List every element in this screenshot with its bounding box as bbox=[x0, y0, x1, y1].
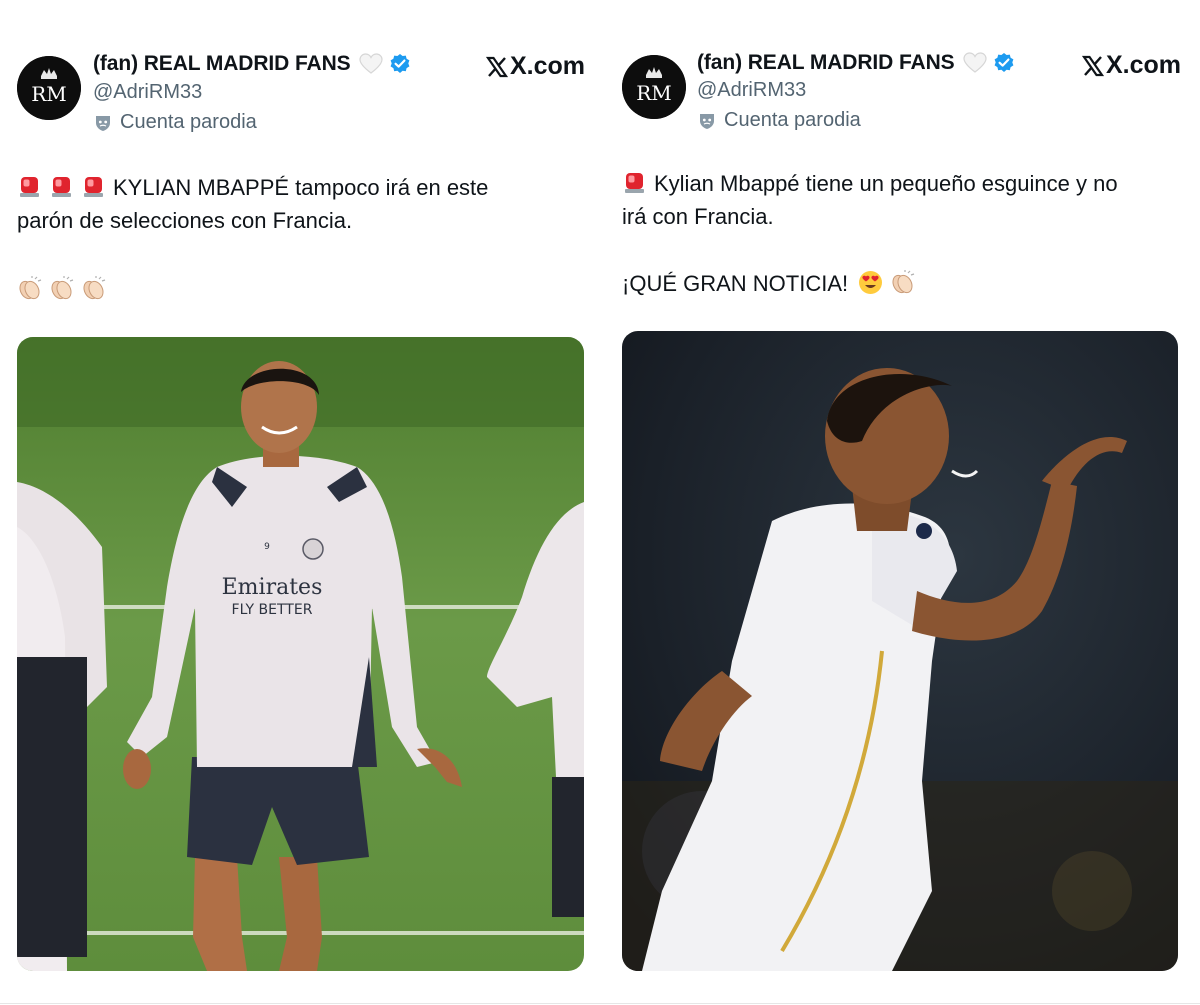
author-name-row[interactable]: (fan) REAL MADRID FANS bbox=[93, 52, 411, 76]
tweet-line-3-text: ¡QUÉ GRAN NOTICIA! bbox=[622, 271, 849, 296]
tweet-photo[interactable] bbox=[622, 331, 1178, 971]
author-handle[interactable]: @AdriRM33 bbox=[93, 81, 202, 104]
verified-badge-icon bbox=[389, 53, 411, 75]
police-light-emoji bbox=[81, 174, 106, 199]
police-light-emoji bbox=[622, 170, 647, 195]
source-badge: X.com bbox=[485, 52, 586, 81]
parody-label-text: Cuenta parodia bbox=[724, 109, 861, 131]
parody-label-text: Cuenta parodia bbox=[120, 111, 257, 133]
shirt-slogan-text: FLY BETTER bbox=[232, 602, 313, 618]
x-logo-icon bbox=[1081, 55, 1105, 77]
tweet-card-2: RM (fan) REAL MADRID FANS @AdriRM33 Cuen… bbox=[600, 0, 1200, 1005]
tweet-photo[interactable]: Emirates FLY BETTER 9 bbox=[17, 337, 584, 971]
avatar-text: RM bbox=[31, 82, 67, 106]
shirt-sponsor-text: Emirates bbox=[222, 575, 323, 600]
clapping-hands-emoji bbox=[81, 276, 106, 301]
x-logo-icon bbox=[485, 56, 509, 78]
display-name[interactable]: (fan) REAL MADRID FANS bbox=[93, 52, 351, 76]
author-name-row[interactable]: (fan) REAL MADRID FANS bbox=[697, 51, 1015, 75]
tweet-line-1-text: KYLIAN MBAPPÉ tampoco irá en este bbox=[113, 175, 489, 200]
tweet-emoji-line bbox=[17, 273, 488, 306]
match-photo bbox=[622, 331, 1178, 971]
tweet-line-1: Kylian Mbappé tiene un pequeño esguince … bbox=[622, 167, 1118, 200]
real-madrid-crest-icon: RM bbox=[17, 56, 81, 120]
police-light-emoji bbox=[17, 174, 42, 199]
mask-icon bbox=[94, 114, 112, 132]
tweet-text: KYLIAN MBAPPÉ tampoco irá en este parón … bbox=[17, 171, 488, 306]
avatar[interactable]: RM bbox=[622, 55, 686, 119]
tweet-line-1: KYLIAN MBAPPÉ tampoco irá en este bbox=[17, 171, 488, 204]
tweet-line-3: ¡QUÉ GRAN NOTICIA! bbox=[622, 267, 1118, 300]
source-badge: X.com bbox=[1081, 51, 1182, 80]
real-madrid-crest-icon: RM bbox=[622, 55, 686, 119]
parody-label: Cuenta parodia bbox=[94, 111, 257, 134]
clapping-hands-emoji bbox=[17, 276, 42, 301]
clapping-hands-emoji bbox=[49, 276, 74, 301]
tweet-text: Kylian Mbappé tiene un pequeño esguince … bbox=[622, 167, 1118, 300]
clapping-hands-emoji bbox=[890, 270, 915, 295]
mask-icon bbox=[698, 112, 716, 130]
source-text: X.com bbox=[1106, 51, 1182, 79]
white-heart-icon bbox=[962, 52, 987, 74]
tweet-line-1-text: Kylian Mbappé tiene un pequeño esguince … bbox=[654, 171, 1118, 196]
tweet-card-1: RM (fan) REAL MADRID FANS @AdriRM33 Cuen… bbox=[0, 0, 600, 1005]
avatar-text: RM bbox=[636, 81, 672, 105]
shirt-number-text: 9 bbox=[264, 542, 270, 552]
parody-label: Cuenta parodia bbox=[698, 109, 861, 132]
verified-badge-icon bbox=[993, 52, 1015, 74]
bottom-divider bbox=[0, 1003, 1200, 1004]
white-heart-icon bbox=[358, 53, 383, 75]
source-text: X.com bbox=[510, 52, 586, 80]
display-name[interactable]: (fan) REAL MADRID FANS bbox=[697, 51, 955, 75]
police-light-emoji bbox=[49, 174, 74, 199]
author-handle[interactable]: @AdriRM33 bbox=[697, 79, 806, 102]
tweet-line-2: parón de selecciones con Francia. bbox=[17, 208, 353, 233]
tweet-line-2: irá con Francia. bbox=[622, 204, 774, 229]
heart-eyes-emoji bbox=[858, 270, 883, 295]
avatar[interactable]: RM bbox=[17, 56, 81, 120]
training-photo: Emirates FLY BETTER 9 bbox=[17, 337, 584, 971]
